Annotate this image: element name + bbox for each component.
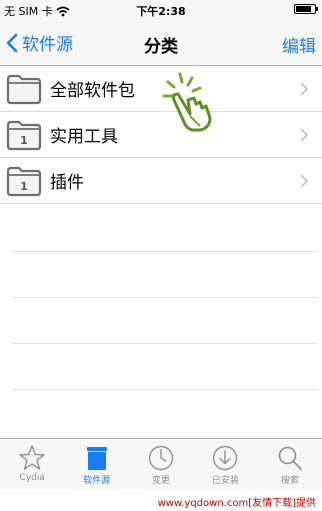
folder-icon: 1 bbox=[6, 166, 42, 196]
navigation-bar: 软件源 分类 编辑 bbox=[0, 20, 322, 66]
status-time: 下午2:38 bbox=[136, 5, 186, 18]
tab-label: 已安装 bbox=[211, 476, 239, 486]
list-item-label: 实用工具 bbox=[50, 127, 118, 147]
divider bbox=[12, 206, 318, 252]
back-button-label: 软件源 bbox=[22, 35, 73, 55]
list-item-label: 插件 bbox=[50, 173, 84, 193]
divider bbox=[12, 252, 318, 298]
empty-list-area bbox=[12, 206, 318, 390]
chevron-right-icon bbox=[300, 128, 308, 142]
folder-icon bbox=[6, 74, 42, 104]
watermark-text: www.yqdown.com[友情下载]提供 bbox=[0, 489, 322, 511]
list-item-all-packages[interactable]: 全部软件包 bbox=[0, 66, 322, 112]
list-item-tweaks[interactable]: 1 插件 bbox=[0, 158, 322, 204]
status-bar: 无 SIM 卡 下午2:38 bbox=[0, 0, 322, 20]
tab-changes[interactable]: 变更 bbox=[129, 439, 193, 489]
clock-icon bbox=[148, 445, 174, 471]
folder-badge: 1 bbox=[20, 180, 28, 193]
tab-label: 搜索 bbox=[280, 476, 299, 486]
list-item-utilities[interactable]: 1 实用工具 bbox=[0, 112, 322, 158]
edit-button[interactable]: 编辑 bbox=[282, 32, 316, 57]
sources-icon bbox=[86, 447, 107, 470]
star-icon bbox=[19, 445, 45, 470]
tab-search[interactable]: 搜索 bbox=[258, 439, 322, 489]
divider bbox=[12, 298, 318, 344]
tab-sources[interactable]: 软件源 bbox=[64, 439, 128, 489]
chevron-right-icon bbox=[300, 174, 308, 188]
download-icon bbox=[213, 445, 238, 471]
chevron-left-icon bbox=[6, 33, 18, 52]
chevron-right-icon bbox=[300, 82, 308, 96]
tab-bar: Cydia 软件源 变更 已安装 搜索 bbox=[0, 438, 322, 489]
tab-label: 软件源 bbox=[83, 476, 111, 486]
tab-cydia[interactable]: Cydia bbox=[0, 439, 64, 489]
tab-label: 变更 bbox=[152, 476, 171, 486]
list-item-label: 全部软件包 bbox=[50, 81, 135, 101]
tab-label: Cydia bbox=[19, 473, 45, 483]
tab-installed[interactable]: 已安装 bbox=[193, 439, 257, 489]
folder-icon: 1 bbox=[6, 120, 42, 150]
divider bbox=[12, 344, 318, 390]
folder-badge: 1 bbox=[20, 134, 28, 147]
battery-icon bbox=[294, 4, 318, 14]
magnifier-icon bbox=[278, 446, 302, 470]
back-button[interactable]: 软件源 bbox=[6, 30, 73, 55]
category-list: 全部软件包 1 实用工具 1 插件 bbox=[0, 66, 322, 204]
